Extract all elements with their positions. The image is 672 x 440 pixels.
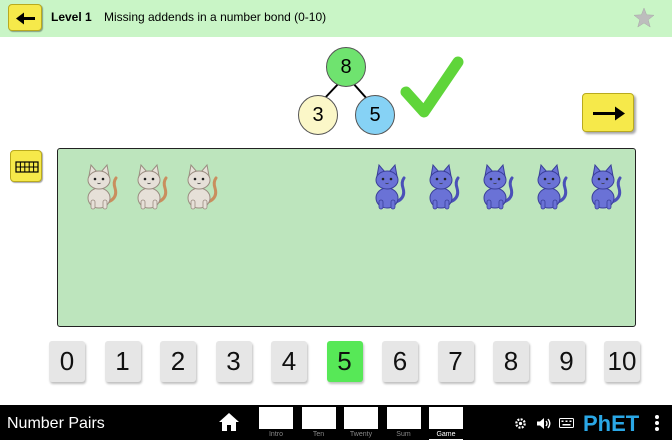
arrow-right-icon (593, 106, 625, 121)
speaker-icon[interactable] (536, 417, 552, 430)
cat-right[interactable] (474, 162, 516, 210)
cat-right[interactable] (420, 162, 462, 210)
screen-tab-label: Sum (396, 431, 411, 438)
keyboard-icon[interactable] (559, 417, 574, 429)
bond-left-value: 3 (312, 103, 324, 126)
screen-thumbnail (259, 407, 293, 429)
more-icon[interactable] (654, 414, 660, 432)
counting-area (57, 148, 636, 327)
number-button-6[interactable]: 6 (382, 341, 418, 382)
navigation-bar: Number Pairs Intro Ten Twenty Sum Game PhET (0, 405, 672, 440)
bond-right-circle: 5 (355, 95, 395, 135)
screen-tab-twenty[interactable]: Twenty (344, 407, 378, 440)
bond-left-circle: 3 (298, 95, 338, 135)
grid-toggle-button[interactable] (10, 150, 42, 182)
screen-tab-game[interactable]: Game (429, 407, 463, 440)
screen-thumbnail (301, 407, 336, 429)
screen-tab-label: Game (436, 431, 456, 438)
number-button-7[interactable]: 7 (437, 341, 474, 382)
number-button-5[interactable]: 5 (326, 341, 363, 382)
number-button-10[interactable]: 10 (604, 341, 640, 382)
gear-icon[interactable] (514, 417, 527, 430)
screen-tab-label: Twenty (349, 431, 373, 438)
bond-total-circle: 8 (326, 47, 366, 87)
bond-total-value: 8 (340, 55, 352, 78)
screen-tab-label: Intro (268, 431, 283, 438)
check-icon (400, 56, 464, 118)
cat-right[interactable] (582, 162, 624, 210)
screen-tab-intro[interactable]: Intro (259, 407, 293, 440)
sim-title: Number Pairs (7, 415, 105, 432)
number-button-4[interactable]: 4 (271, 341, 307, 382)
number-button-3[interactable]: 3 (215, 341, 252, 382)
cat-right[interactable] (528, 162, 570, 210)
cat-left[interactable] (78, 162, 120, 210)
screen-tab-label: Ten (312, 431, 325, 438)
screen-tab-ten[interactable]: Ten (301, 407, 336, 440)
number-button-2[interactable]: 2 (160, 341, 196, 382)
screen-tab-sum[interactable]: Sum (386, 407, 421, 440)
phet-logo[interactable]: PhET (583, 411, 639, 437)
bond-right-value: 5 (369, 103, 381, 126)
screen-thumbnail (429, 407, 463, 429)
home-icon[interactable] (218, 412, 240, 432)
number-button-8[interactable]: 8 (493, 341, 529, 382)
cat-right[interactable] (366, 162, 408, 210)
grid-icon (15, 161, 39, 173)
cat-left[interactable] (178, 162, 220, 210)
screen-thumbnail (386, 407, 421, 429)
screen-thumbnail (344, 407, 378, 429)
number-button-9[interactable]: 9 (548, 341, 585, 382)
next-button[interactable] (582, 93, 634, 132)
game-screen: Level 1 Missing addends in a number bond… (0, 0, 672, 440)
number-button-1[interactable]: 1 (104, 341, 141, 382)
number-button-0[interactable]: 0 (49, 341, 85, 382)
cat-left[interactable] (128, 162, 170, 210)
